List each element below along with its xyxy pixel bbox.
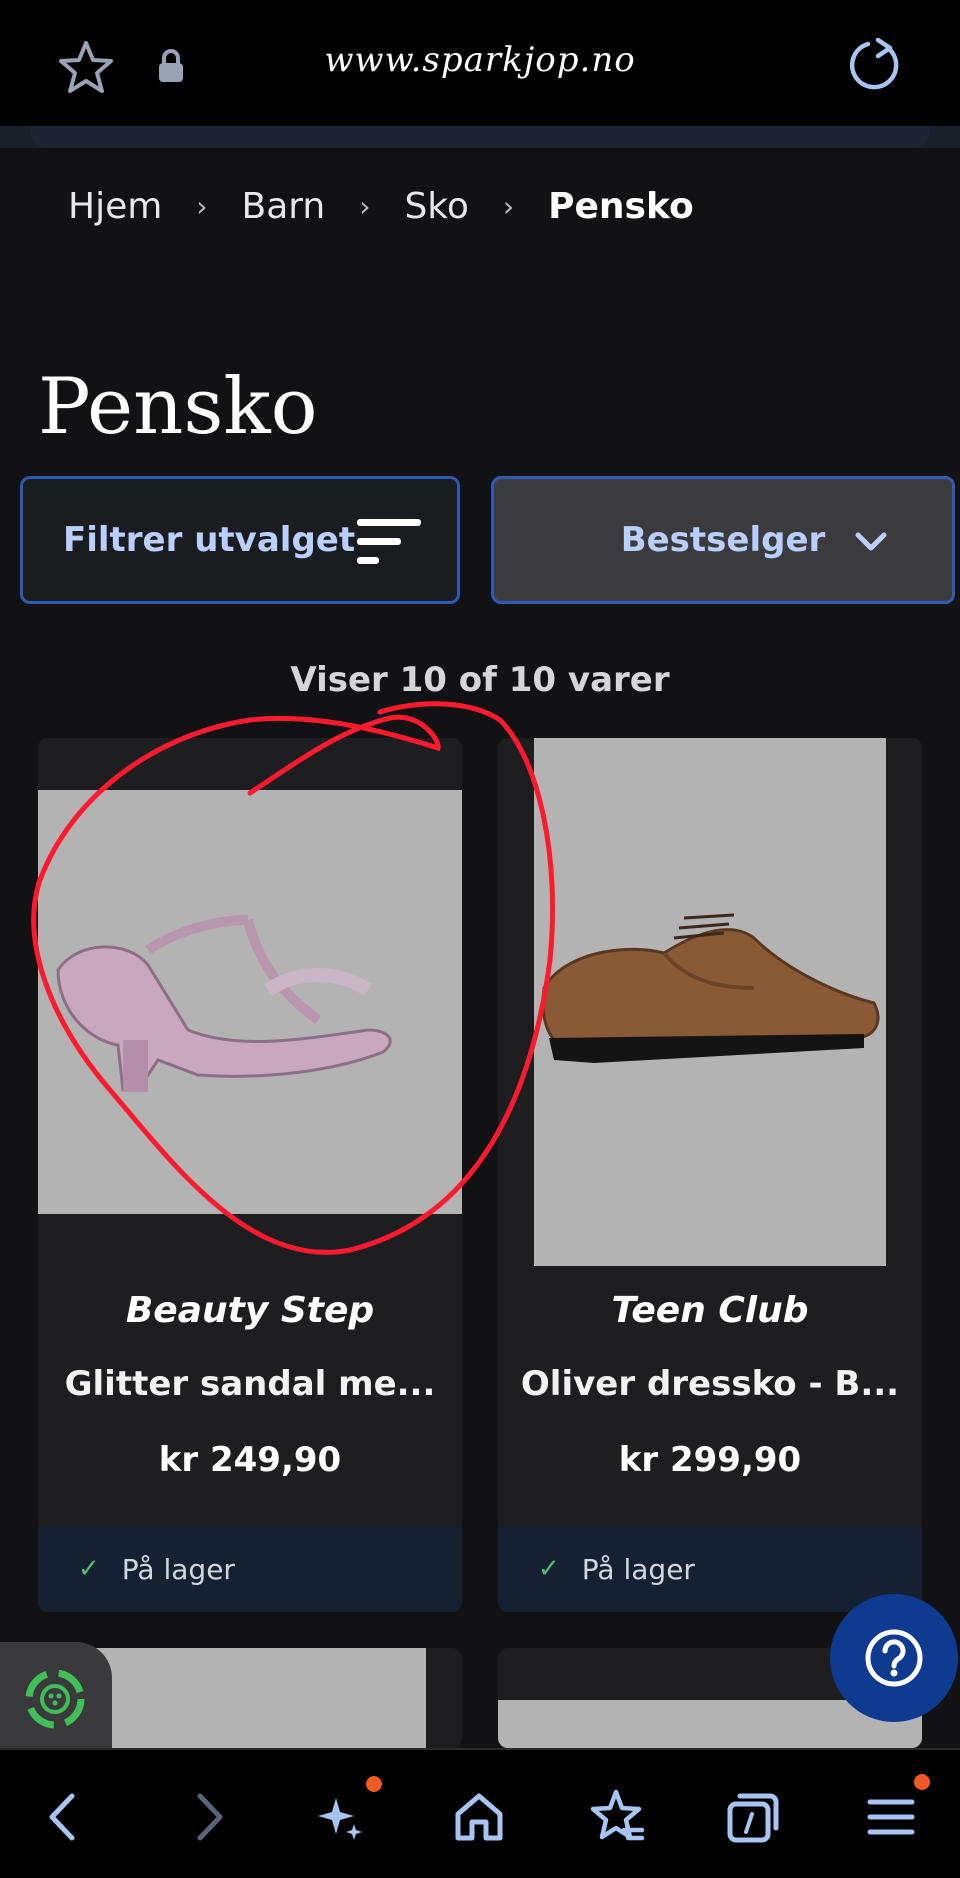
dress-shoe-image bbox=[541, 913, 880, 1063]
breadcrumb-item-barn[interactable]: Barn bbox=[242, 186, 326, 227]
sort-dropdown[interactable]: Bestselger bbox=[491, 476, 955, 604]
stock-status-label: På lager bbox=[581, 1552, 695, 1586]
eco-badge[interactable] bbox=[0, 1642, 112, 1748]
product-price: kr 299,90 bbox=[618, 1440, 802, 1480]
breadcrumb: Hjem › Barn › Sko › Pensko bbox=[68, 186, 694, 227]
browser-url-bar: www.sparkjop.no bbox=[0, 0, 960, 148]
home-icon[interactable] bbox=[450, 1788, 508, 1846]
product-brand: Teen Club bbox=[611, 1290, 809, 1331]
reload-icon[interactable] bbox=[848, 38, 902, 92]
checkmark-icon: ✓ bbox=[78, 1554, 100, 1584]
product-card[interactable]: Beauty Step Glitter sandal me... kr 249,… bbox=[38, 738, 462, 1612]
question-icon bbox=[865, 1629, 923, 1687]
recycle-icon bbox=[25, 1669, 85, 1729]
product-card[interactable]: Teen Club Oliver dressko - B... kr 299,9… bbox=[498, 738, 922, 1612]
filter-lines-icon bbox=[357, 519, 421, 564]
help-button[interactable] bbox=[830, 1594, 958, 1722]
notification-dot bbox=[366, 1776, 382, 1792]
sort-dropdown-value: Bestselger bbox=[620, 520, 826, 560]
product-image[interactable] bbox=[74, 1648, 426, 1748]
product-brand: Beauty Step bbox=[125, 1290, 375, 1331]
result-count: Viser 10 of 10 varer bbox=[290, 660, 670, 700]
filter-button[interactable]: Filtrer utvalget bbox=[20, 476, 460, 604]
product-image-oliver-dressko[interactable] bbox=[534, 738, 886, 1266]
bookmarks-icon[interactable] bbox=[588, 1788, 646, 1846]
search-bar-edge bbox=[0, 126, 960, 148]
stock-status-label: På lager bbox=[121, 1552, 235, 1586]
chevron-right-icon: › bbox=[502, 190, 515, 223]
browser-bottom-nav bbox=[0, 1748, 960, 1878]
chevron-right-icon: › bbox=[359, 190, 371, 223]
page-title: Pensko bbox=[38, 362, 318, 452]
product-image-glitter-sandal[interactable] bbox=[38, 790, 462, 1214]
breadcrumb-item-sko[interactable]: Sko bbox=[404, 186, 468, 227]
notification-dot bbox=[914, 1774, 930, 1790]
sandal-image bbox=[56, 915, 392, 1092]
checkmark-icon: ✓ bbox=[538, 1554, 560, 1584]
product-name[interactable]: Glitter sandal me... bbox=[38, 1364, 462, 1404]
breadcrumb-item-hjem[interactable]: Hjem bbox=[68, 186, 162, 227]
breadcrumb-current: Pensko bbox=[548, 186, 694, 227]
sparkle-icon[interactable] bbox=[312, 1788, 370, 1846]
forward-icon[interactable] bbox=[178, 1788, 236, 1846]
filter-button-label: Filtrer utvalget bbox=[63, 520, 356, 560]
product-price: kr 249,90 bbox=[158, 1440, 342, 1480]
chevron-right-icon: › bbox=[196, 190, 208, 223]
product-name[interactable]: Oliver dressko - B... bbox=[498, 1364, 922, 1404]
back-icon[interactable] bbox=[36, 1788, 94, 1846]
menu-icon[interactable] bbox=[862, 1788, 920, 1846]
stock-status: ✓ På lager bbox=[38, 1526, 462, 1612]
stock-status: ✓ På lager bbox=[498, 1526, 922, 1612]
chevron-down-icon bbox=[855, 532, 887, 551]
tabs-icon[interactable] bbox=[724, 1788, 782, 1846]
url-text[interactable]: www.sparkjop.no bbox=[0, 40, 960, 80]
